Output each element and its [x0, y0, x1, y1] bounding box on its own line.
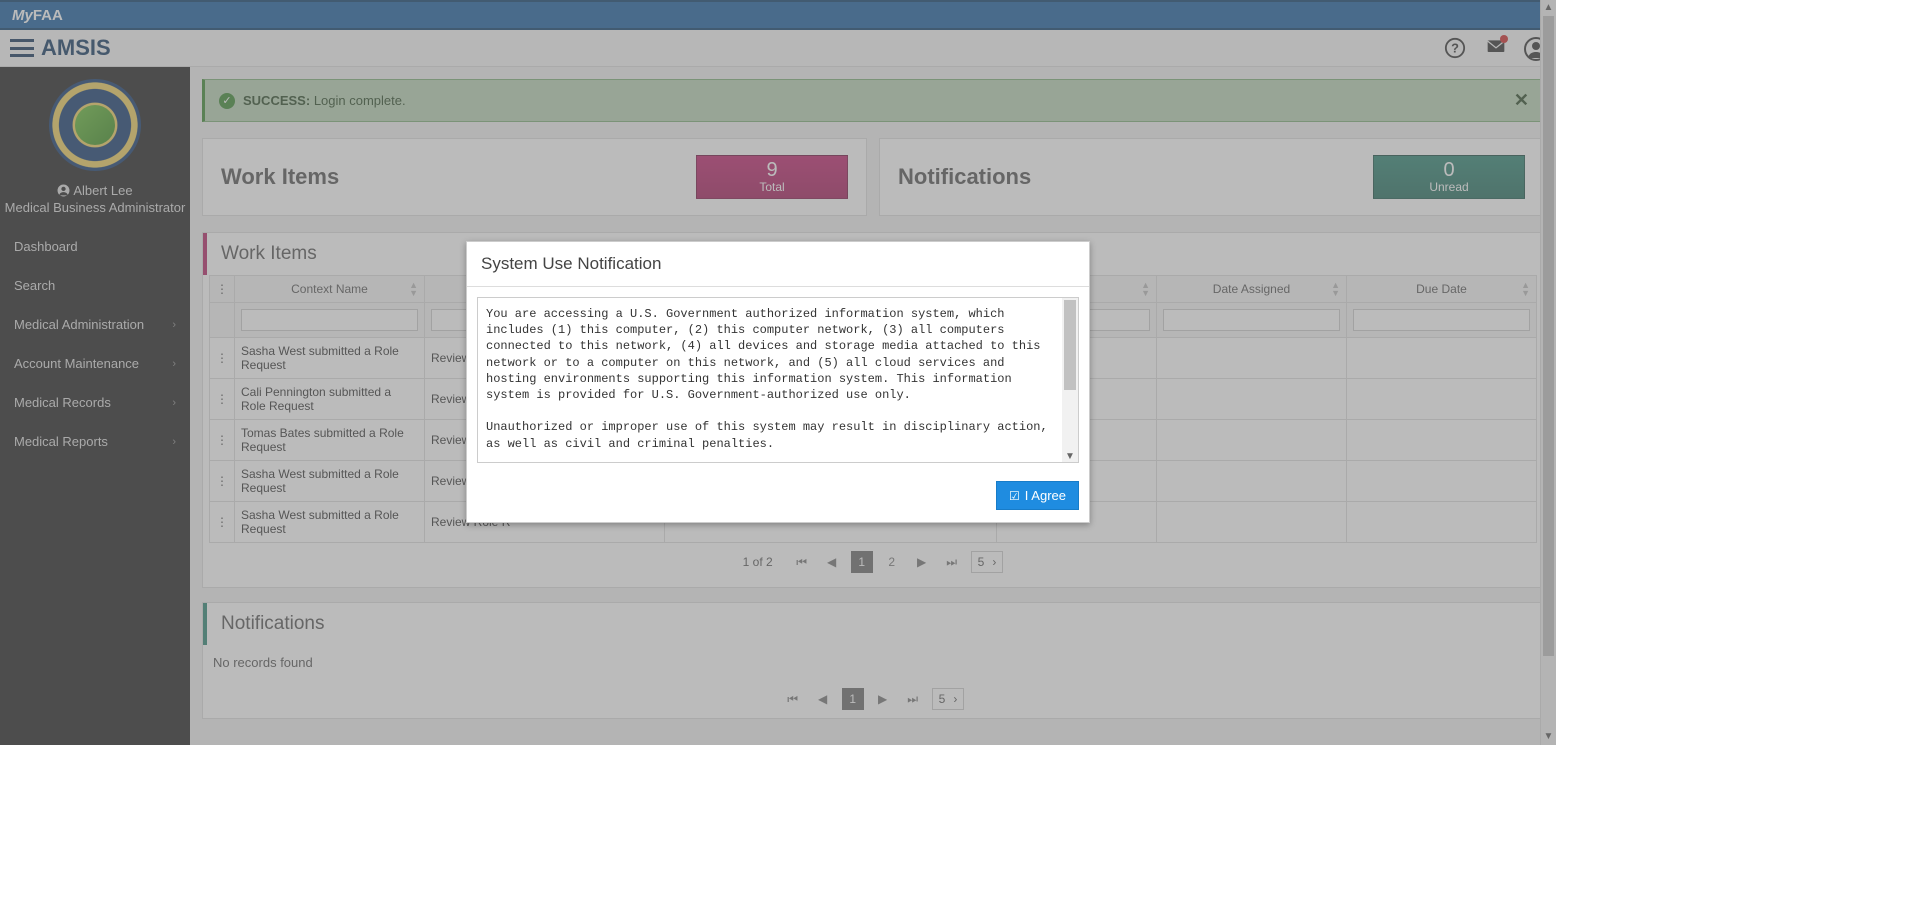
- i-agree-button[interactable]: ☑ I Agree: [996, 481, 1079, 510]
- notice-scrollbar[interactable]: ▲ ▼: [1062, 298, 1078, 462]
- system-use-modal: System Use Notification You are accessin…: [466, 241, 1090, 523]
- notice-textbox: You are accessing a U.S. Government auth…: [477, 297, 1079, 463]
- checkbox-icon: ☑: [1009, 489, 1020, 503]
- scroll-down-icon[interactable]: ▼: [1062, 451, 1078, 462]
- modal-title: System Use Notification: [467, 242, 1089, 287]
- scroll-thumb[interactable]: [1064, 300, 1076, 390]
- notice-text: You are accessing a U.S. Government auth…: [478, 298, 1078, 462]
